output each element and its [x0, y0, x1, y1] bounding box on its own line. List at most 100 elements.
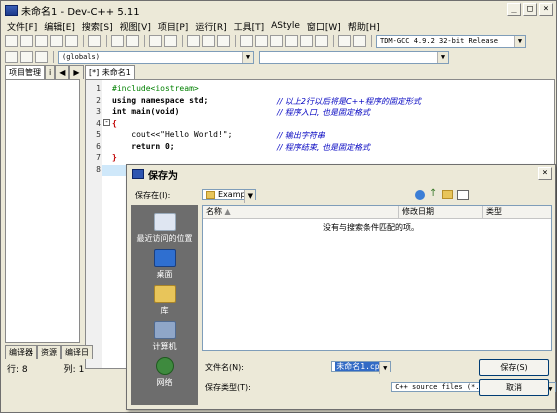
bookmark-icon[interactable]	[217, 35, 230, 47]
chevron-down-icon[interactable]: ▼	[437, 51, 448, 63]
menu-tools[interactable]: 工具[T]	[232, 20, 270, 33]
line-number: 6	[96, 142, 101, 151]
dialog-close-button[interactable]: ×	[538, 167, 552, 180]
rebuild-icon[interactable]	[285, 35, 298, 47]
place-label: 库	[160, 306, 169, 315]
computer-icon	[153, 321, 176, 339]
code-line: }	[112, 153, 117, 162]
tab-scroll-left[interactable]: ◀	[55, 65, 70, 79]
menu-edit[interactable]: 编辑[E]	[42, 20, 80, 33]
column-name[interactable]: 名称 ▲	[203, 206, 399, 218]
print-icon[interactable]	[88, 35, 101, 47]
line-number: 2	[96, 96, 101, 105]
unindent-icon[interactable]	[202, 35, 215, 47]
left-panel-tabs: 项目管理 i ◀ ▶	[5, 65, 84, 79]
menu-project[interactable]: 项目[P]	[156, 20, 193, 33]
open-file-icon[interactable]	[20, 35, 33, 47]
sort-asc-icon: ▲	[224, 207, 231, 216]
tab-project-manager[interactable]: 项目管理	[5, 65, 45, 79]
dialog-title: 保存为	[148, 170, 178, 182]
row-label: 行:	[7, 364, 20, 375]
check-icon[interactable]	[300, 35, 313, 47]
chevron-down-icon[interactable]: ▼	[242, 51, 253, 63]
save-in-select[interactable]: Example ▼	[202, 189, 257, 203]
column-type[interactable]: 类型	[483, 206, 551, 218]
editor-tabs: [*] 未命名1	[85, 65, 135, 79]
place-computer[interactable]: 计算机	[131, 321, 198, 352]
view-menu-icon[interactable]	[457, 190, 469, 200]
fold-toggle-icon[interactable]: -	[103, 119, 110, 126]
toolbar-separator	[371, 35, 372, 47]
toolbar-separator	[333, 35, 334, 47]
toolbar-separator	[83, 35, 84, 47]
chevron-down-icon[interactable]: ▼	[244, 190, 256, 203]
cancel-button[interactable]: 取消	[479, 379, 549, 396]
place-network[interactable]: 网络	[131, 357, 198, 388]
column-label: 名称	[206, 207, 222, 216]
chart-icon[interactable]	[338, 35, 351, 47]
file-list[interactable]: 名称 ▲ 修改日期 类型 没有与搜索条件匹配的项。	[202, 205, 552, 351]
places-bar: 最近访问的位置 桌面 库 计算机 网络	[131, 205, 198, 405]
code-line: cout<<"Hello World!";	[112, 130, 233, 139]
toolbar-separator	[106, 35, 107, 47]
compiler-select[interactable]: TDM-GCC 4.9.2 32-bit Release ▼	[376, 34, 526, 48]
run-icon[interactable]	[255, 35, 268, 47]
save-all-icon[interactable]	[50, 35, 63, 47]
tab-class-browser[interactable]: i	[45, 65, 56, 79]
scope-select[interactable]: (globals) ▼	[58, 50, 254, 64]
find-icon[interactable]	[149, 35, 162, 47]
place-libraries[interactable]: 库	[131, 285, 198, 316]
menu-search[interactable]: 搜索[S]	[80, 20, 118, 33]
indent-icon[interactable]	[187, 35, 200, 47]
save-button[interactable]: 保存(S)	[479, 359, 549, 376]
toggle-icon[interactable]	[20, 51, 33, 63]
col-value: 1	[78, 364, 85, 375]
up-folder-icon[interactable]: ↑	[429, 189, 439, 200]
app-icon	[5, 4, 18, 16]
code-line: return 0;	[112, 142, 175, 151]
column-modified[interactable]: 修改日期	[399, 206, 483, 218]
insert-icon[interactable]	[5, 51, 18, 63]
folder-icon	[206, 190, 215, 199]
tab-compile-log[interactable]: 编译日	[61, 345, 93, 359]
chevron-down-icon[interactable]: ▼	[514, 35, 525, 47]
debug-icon[interactable]	[315, 35, 328, 47]
status-col: 列: 1	[64, 362, 85, 375]
menu-file[interactable]: 文件[F]	[5, 20, 42, 33]
compile-icon[interactable]	[240, 35, 253, 47]
menu-astyle[interactable]: AStyle	[269, 21, 305, 31]
place-desktop[interactable]: 桌面	[131, 249, 198, 280]
maximize-button[interactable]: □	[523, 3, 537, 16]
tab-compiler[interactable]: 编译器	[5, 345, 37, 359]
new-file-icon[interactable]	[5, 35, 18, 47]
scope-value: (globals)	[62, 52, 100, 61]
toolbar-separator	[235, 35, 236, 47]
minimize-button[interactable]: _	[507, 3, 521, 16]
bottom-panel-tabs: 编译器 资源 编译日	[5, 345, 93, 359]
menu-help[interactable]: 帮助[H]	[346, 20, 385, 33]
menu-view[interactable]: 视图[V]	[118, 20, 156, 33]
replace-icon[interactable]	[164, 35, 177, 47]
close-file-icon[interactable]	[65, 35, 78, 47]
place-label: 最近访问的位置	[136, 234, 193, 243]
save-icon[interactable]	[35, 35, 48, 47]
tab-untitled1[interactable]: [*] 未命名1	[85, 65, 135, 79]
new-folder-icon[interactable]	[442, 190, 453, 199]
menu-window[interactable]: 窗口[W]	[305, 20, 346, 33]
compile-run-icon[interactable]	[270, 35, 283, 47]
redo-icon[interactable]	[126, 35, 139, 47]
tab-scroll-right[interactable]: ▶	[69, 65, 84, 79]
place-recent[interactable]: 最近访问的位置	[131, 213, 198, 244]
filename-input[interactable]: 未命名1.cpp ▼	[331, 361, 392, 374]
code-comment: // 输出字符串	[277, 131, 325, 140]
chevron-down-icon[interactable]: ▼	[379, 362, 391, 374]
goto-icon[interactable]	[35, 51, 48, 63]
undo-icon[interactable]	[111, 35, 124, 47]
back-icon[interactable]	[415, 190, 425, 200]
menu-run[interactable]: 运行[R]	[193, 20, 231, 33]
function-select[interactable]: ▼	[259, 50, 449, 64]
tab-resources[interactable]: 资源	[37, 345, 61, 359]
project-tree-panel[interactable]	[5, 79, 80, 343]
profile-icon[interactable]	[353, 35, 366, 47]
close-button[interactable]: ×	[539, 3, 553, 16]
